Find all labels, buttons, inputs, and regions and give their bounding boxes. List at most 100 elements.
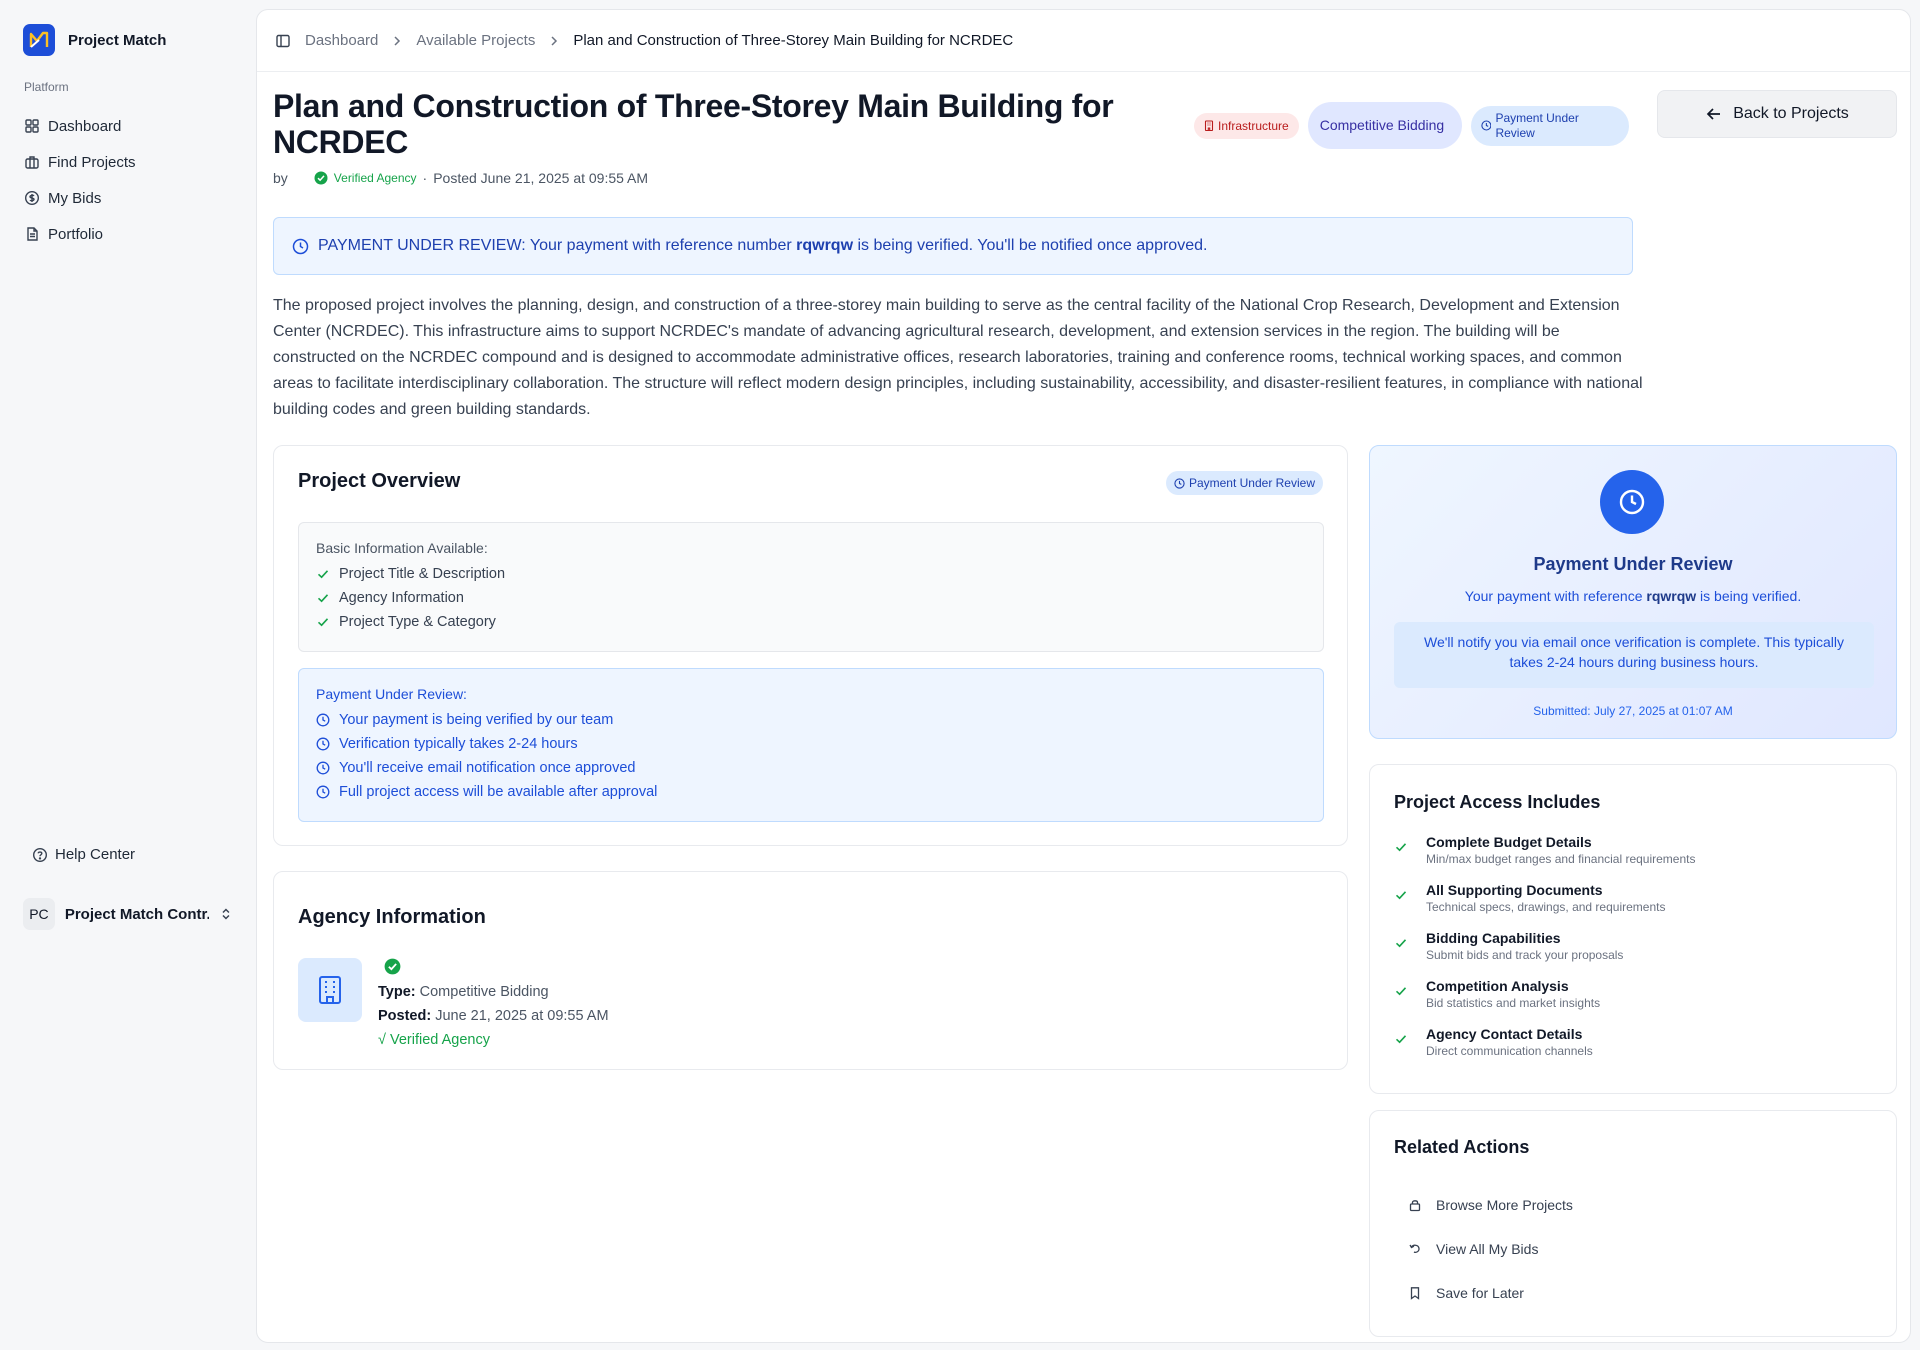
chevron-right-icon [551,35,558,46]
page-title: Plan and Construction of Three-Storey Ma… [273,88,1114,160]
list-item: Complete Budget Details Min/max budget ra… [1394,833,1874,881]
sidebar-item-dashboard[interactable]: Dashboard [24,108,234,144]
by-label: by [273,170,288,186]
sidebar-item-label: Portfolio [48,225,104,243]
back-label: Back to Projects [1733,105,1849,122]
posted-label: Posted: [378,1008,432,1024]
back-to-projects-button[interactable]: Back to Projects [1657,90,1897,138]
clock-icon [316,737,330,751]
dollar-circle-icon [24,190,40,206]
lock-icon [1409,1200,1421,1212]
app-logo-icon [23,24,55,56]
posted-value: June 21, 2025 at 09:55 AM [435,1008,609,1024]
list-item: Your payment is being verified by our te… [316,708,1306,732]
sidebar-item-label: Find Projects [48,153,136,171]
help-center-link[interactable]: Help Center [32,846,135,863]
verified-check-icon [314,171,328,185]
status-badge: Payment Under Review [1470,105,1629,146]
category-badge: Infrastructure [1194,112,1299,139]
sidebar-item-label: Dashboard [48,117,122,135]
check-icon [317,618,329,627]
project-description: The proposed project involves the planni… [273,297,1643,418]
app-name: Project Match [68,31,167,49]
clock-icon [1481,120,1492,131]
submitted-date: Submitted: July 27, 2025 at 01:07 AM [1533,704,1733,718]
overview-status-badge: Payment Under Review [1165,471,1323,495]
related-list: Browse More Projects View All My Bids Sa… [1408,1183,1573,1315]
payment-review-banner: PAYMENT UNDER REVIEW: Your payment with … [273,217,1633,275]
verified-agency-text: √ Verified Agency [378,1032,490,1048]
building-icon [298,958,362,1022]
save-for-later-link[interactable]: Save for Later [1408,1271,1573,1315]
project-tags: Infrastructure Competitive Bidding Payme… [1194,102,1629,149]
sidebar-toggle-icon[interactable] [275,33,291,49]
clock-icon [316,785,330,799]
list-item: Bidding Capabilities Submit bids and trac… [1394,929,1874,977]
access-title: Project Access Includes [1394,792,1601,812]
payment-review-heading: Payment Under Review: [316,686,467,702]
browse-more-projects-link[interactable]: Browse More Projects [1408,1183,1573,1227]
list-item: You'll receive email notification once a… [316,756,1306,780]
view-all-bids-link[interactable]: View All My Bids [1408,1227,1573,1271]
check-icon [1395,843,1407,852]
arrow-left-icon [1706,108,1721,120]
basic-info-heading: Basic Information Available: [316,540,488,556]
chevron-right-icon [394,35,401,46]
list-item: All Supporting Documents Technical specs,… [1394,881,1874,929]
clock-icon [316,713,330,727]
clock-icon [316,761,330,775]
agency-details: Type: Competitive Bidding Posted: June 2… [378,980,609,1052]
check-icon [317,594,329,603]
briefcase-icon [25,156,39,169]
related-title: Related Actions [1394,1137,1530,1157]
clock-icon [1600,470,1664,534]
basic-info-box: Basic Information Available: Project Tit… [298,522,1324,652]
byline: by Verified Agency · Posted June 21, 202… [273,170,648,186]
list-item: Competition Analysis Bid statistics and m… [1394,977,1874,1025]
verified-agency-label: Verified Agency [333,171,417,185]
list-item: Project Title & Description [316,562,1306,586]
brand[interactable]: Project Match [23,24,166,56]
sidebar-item-find-projects[interactable]: Find Projects [24,144,234,180]
sidebar-nav: Dashboard Find Projects My Bids Portfoli… [24,108,234,252]
breadcrumb-current: Plan and Construction of Three-Storey Ma… [573,32,1014,49]
list-item: Agency Contact Details Direct communicati… [1394,1025,1874,1073]
sidebar-item-label: My Bids [48,189,102,207]
dot-separator: · [422,170,428,186]
help-center-label: Help Center [55,846,136,863]
building-icon [1204,120,1214,131]
breadcrumb: Dashboard Available Projects Plan and Co… [305,32,1013,49]
payment-review-card: Payment Under Review Your payment with r… [1369,445,1897,739]
user-name: Project Match Contr... [64,905,210,923]
help-circle-icon [32,847,48,862]
category-label: Infrastructure [1218,118,1289,133]
sidebar-section-label: Platform [24,80,69,94]
list-item: Project Type & Category [316,610,1306,634]
clock-icon [292,238,309,254]
check-icon [1395,1035,1407,1044]
project-overview-card: Project Overview Payment Under Review Ba… [273,445,1348,846]
verified-check-icon [384,958,401,975]
agency-title: Agency Information [298,906,486,928]
main-panel: Dashboard Available Projects Plan and Co… [256,9,1911,1343]
top-bar: Dashboard Available Projects Plan and Co… [257,10,1910,72]
check-icon [1395,987,1407,996]
sidebar-item-my-bids[interactable]: My Bids [24,180,234,216]
clock-icon [1174,477,1185,489]
list-item: Verification typically takes 2-24 hours [316,732,1306,756]
payment-review-box: Payment Under Review: Your payment is be… [298,668,1324,822]
review-note: We'll notify you via email once verifica… [1394,622,1874,688]
type-value: Competitive Bidding [419,984,549,1000]
breadcrumb-available-projects[interactable]: Available Projects [416,32,535,49]
user-menu[interactable]: PC Project Match Contr... [23,898,233,930]
posted-date: Posted June 21, 2025 at 09:55 AM [433,170,649,186]
list-item: Full project access will be available af… [316,780,1306,804]
grid-icon [25,119,39,133]
breadcrumb-dashboard[interactable]: Dashboard [305,32,378,49]
check-icon [317,570,329,579]
status-label: Payment Under Review [1495,110,1579,140]
list-item: Agency Information [316,586,1306,610]
type-label: Type: [378,984,416,1000]
undo-icon [1409,1244,1420,1253]
sidebar-item-portfolio[interactable]: Portfolio [24,216,234,252]
